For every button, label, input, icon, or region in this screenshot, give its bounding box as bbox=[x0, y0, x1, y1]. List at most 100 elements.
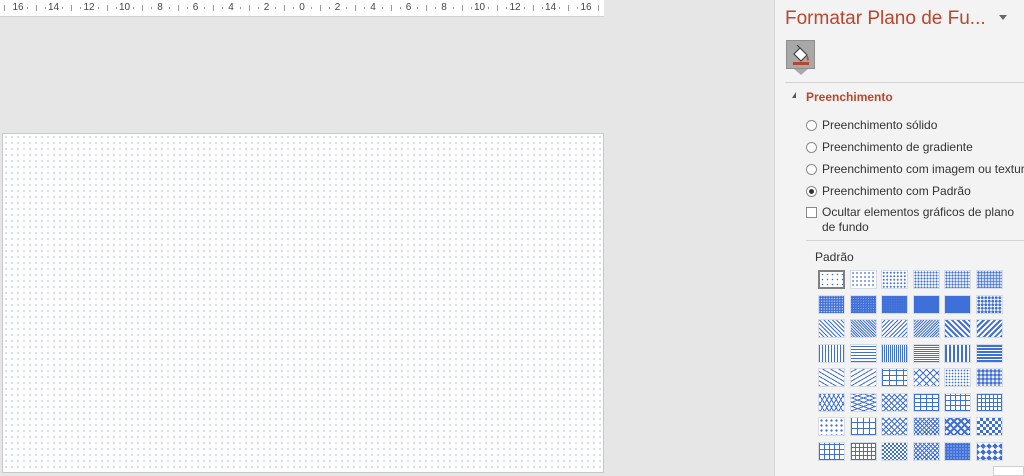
pattern-swatch[interactable] bbox=[881, 343, 908, 363]
ruler-number: 6 bbox=[192, 2, 199, 13]
pattern-swatch[interactable] bbox=[944, 319, 971, 338]
pattern-swatch[interactable] bbox=[975, 368, 1003, 387]
ruler-tick bbox=[44, 7, 46, 9]
pattern-swatch[interactable] bbox=[975, 392, 1003, 412]
pattern-swatch[interactable] bbox=[912, 441, 940, 461]
pattern-swatch[interactable] bbox=[944, 294, 971, 314]
ruler-tick bbox=[222, 7, 224, 9]
pattern-swatch[interactable] bbox=[975, 343, 1003, 363]
pattern-swatch[interactable] bbox=[912, 319, 940, 338]
ruler-tick bbox=[399, 7, 401, 9]
pattern-swatch[interactable] bbox=[818, 392, 845, 412]
pattern-swatch[interactable] bbox=[912, 294, 940, 314]
pattern-swatch[interactable] bbox=[881, 417, 908, 436]
ruler-number: 10 bbox=[473, 2, 486, 13]
horizontal-ruler: 16 14 12 10 8 6 4 2 0 2 4 6 8 10 12 14 16 bbox=[0, 0, 604, 17]
option-label: Preenchimento sólido bbox=[822, 118, 938, 132]
ruler-tick bbox=[598, 5, 599, 11]
pattern-swatch[interactable] bbox=[881, 441, 908, 461]
pattern-swatch[interactable] bbox=[818, 441, 845, 461]
hide-background-graphics-checkbox[interactable]: Ocultar elementos gráficos de plano de f… bbox=[806, 205, 1021, 235]
ruler-tick bbox=[390, 5, 392, 11]
pattern-swatch[interactable] bbox=[818, 294, 845, 314]
pattern-swatch[interactable] bbox=[849, 417, 877, 436]
pattern-swatch[interactable] bbox=[975, 294, 1003, 314]
pattern-swatch[interactable] bbox=[944, 270, 971, 289]
ruler-tick bbox=[523, 7, 525, 9]
ruler-tick bbox=[35, 5, 37, 11]
paint-bucket-icon[interactable] bbox=[786, 40, 815, 69]
pattern-swatch[interactable] bbox=[818, 319, 845, 338]
ruler-tick bbox=[275, 7, 277, 9]
radio-gradient-fill[interactable]: Preenchimento de gradiente bbox=[806, 140, 973, 154]
pattern-swatch[interactable] bbox=[944, 392, 971, 412]
pattern-swatch[interactable] bbox=[849, 294, 877, 314]
radio-button[interactable] bbox=[806, 163, 817, 175]
pattern-swatch[interactable] bbox=[912, 270, 940, 289]
pattern-swatch[interactable] bbox=[912, 343, 940, 363]
ruler-tick bbox=[284, 5, 286, 11]
ruler-tick bbox=[559, 7, 561, 9]
radio-picture-fill[interactable]: Preenchimento com imagem ou textura bbox=[806, 162, 1024, 176]
pattern-swatch[interactable] bbox=[944, 441, 971, 461]
scroll-stub[interactable] bbox=[993, 466, 1024, 476]
pattern-swatch[interactable] bbox=[944, 417, 971, 436]
pattern-swatch[interactable] bbox=[818, 343, 845, 363]
pattern-swatch[interactable] bbox=[818, 368, 845, 387]
ruler-tick bbox=[80, 7, 82, 9]
radio-pattern-fill[interactable]: Preenchimento com Padrão bbox=[806, 184, 971, 198]
ruler-tick bbox=[488, 7, 490, 9]
ruler-tick bbox=[532, 5, 534, 11]
pattern-swatch[interactable] bbox=[849, 368, 877, 387]
ruler-tick bbox=[204, 7, 206, 9]
pattern-swatch[interactable] bbox=[881, 392, 908, 412]
ruler-tick bbox=[248, 5, 250, 11]
pattern-swatch[interactable] bbox=[975, 417, 1003, 436]
ruler-number: 10 bbox=[118, 2, 131, 13]
ruler-tick bbox=[310, 7, 312, 9]
pattern-swatch[interactable] bbox=[818, 417, 845, 436]
pattern-swatch[interactable] bbox=[975, 319, 1003, 338]
ruler-tick bbox=[26, 7, 28, 9]
checkbox[interactable] bbox=[806, 207, 817, 218]
ruler-tick bbox=[71, 5, 73, 11]
ruler-tick bbox=[62, 7, 64, 9]
radio-button[interactable] bbox=[806, 185, 817, 197]
pattern-swatch[interactable] bbox=[849, 319, 877, 338]
pattern-swatch[interactable] bbox=[944, 368, 971, 387]
pattern-swatch[interactable] bbox=[849, 270, 877, 289]
pattern-swatch[interactable] bbox=[881, 368, 908, 387]
pattern-swatch[interactable] bbox=[912, 392, 940, 412]
pattern-swatch[interactable] bbox=[881, 294, 908, 314]
ruler-number: 16 bbox=[580, 2, 592, 13]
pattern-swatch[interactable] bbox=[849, 392, 877, 412]
radio-solid-fill[interactable]: Preenchimento sólido bbox=[806, 118, 937, 132]
ruler-tick bbox=[115, 7, 117, 9]
pattern-swatch[interactable] bbox=[975, 270, 1003, 289]
pattern-swatch[interactable] bbox=[881, 270, 908, 289]
ruler-number: 0 bbox=[299, 2, 305, 13]
pattern-swatch[interactable] bbox=[881, 319, 908, 338]
radio-button[interactable] bbox=[806, 119, 817, 131]
slide-canvas[interactable] bbox=[2, 133, 604, 473]
ruler-tick bbox=[497, 5, 499, 11]
collapse-arrow-icon[interactable] bbox=[792, 92, 796, 98]
pattern-swatch[interactable] bbox=[912, 417, 940, 436]
pattern-swatch[interactable] bbox=[944, 343, 971, 363]
radio-button[interactable] bbox=[806, 141, 817, 153]
pattern-swatch[interactable] bbox=[912, 368, 940, 387]
pattern-swatch[interactable] bbox=[818, 270, 845, 289]
ruler-tick bbox=[568, 5, 570, 11]
ruler-number: 6 bbox=[405, 2, 412, 13]
ruler-tick bbox=[355, 5, 357, 11]
option-label: Preenchimento com Padrão bbox=[822, 184, 971, 198]
chevron-down-icon[interactable] bbox=[999, 15, 1007, 20]
pattern-swatch[interactable] bbox=[849, 343, 877, 363]
ruler-number: 2 bbox=[263, 2, 270, 13]
pattern-swatch[interactable] bbox=[849, 441, 877, 461]
ruler-tick bbox=[435, 7, 437, 9]
pattern-swatch[interactable] bbox=[975, 441, 1003, 461]
section-header-fill[interactable]: Preenchimento bbox=[806, 90, 893, 104]
ruler-tick bbox=[364, 7, 366, 9]
ruler-tick bbox=[133, 7, 135, 9]
